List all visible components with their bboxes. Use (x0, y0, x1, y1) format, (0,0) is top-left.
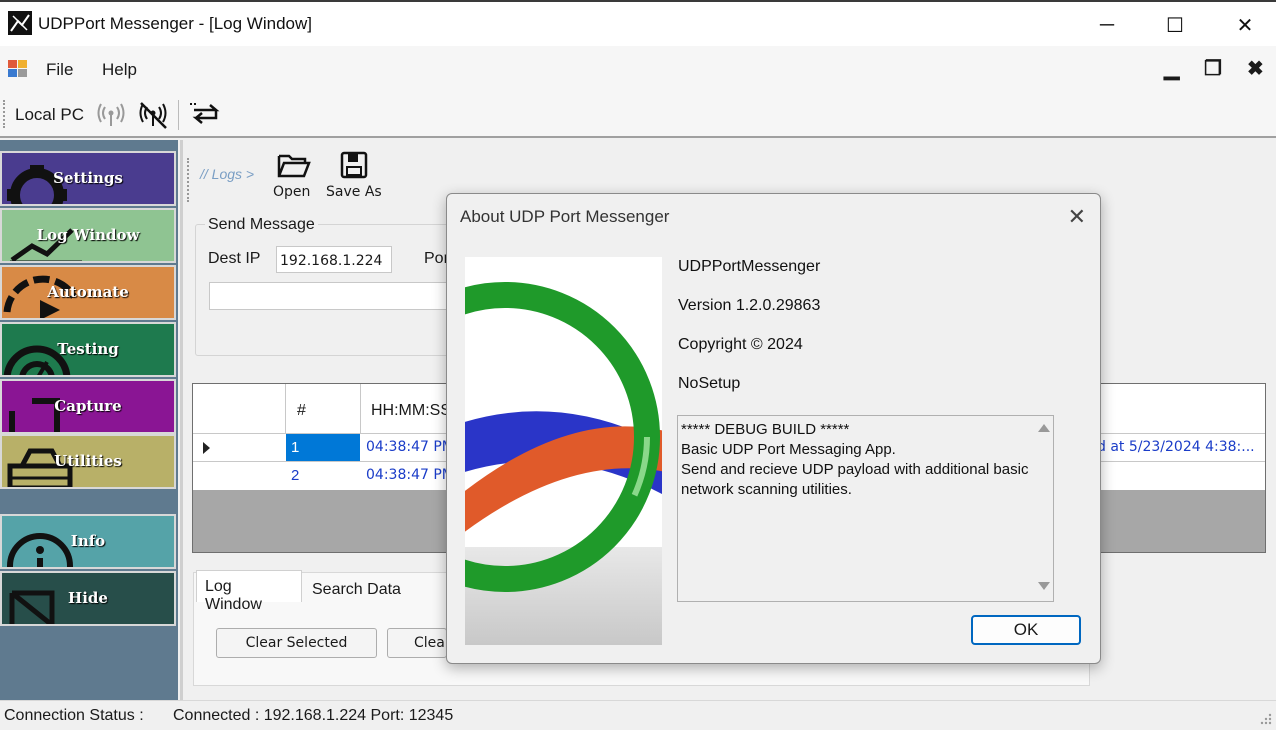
nav-hide-button[interactable]: Hide (0, 571, 176, 626)
logs-breadcrumb[interactable]: // Logs > (200, 166, 254, 182)
row-time-cell[interactable]: 04:38:47 PM (366, 467, 454, 483)
window-title: UDPPort Messenger - [Log Window] (38, 14, 312, 33)
nav-info-label: Info (70, 532, 106, 550)
resize-grip-icon[interactable] (1258, 711, 1272, 729)
description-scrollbar[interactable] (1035, 416, 1053, 601)
antenna-off-icon[interactable] (138, 100, 168, 134)
nav-info-button[interactable]: Info (0, 514, 176, 569)
scroll-down-icon[interactable] (1038, 582, 1050, 590)
column-header-time[interactable]: HH:MM:SS (371, 402, 451, 420)
row-message-cell[interactable]: d at 5/23/2024 4:38:... (1097, 439, 1255, 455)
product-name: UDPPortMessenger (678, 258, 821, 275)
antenna-icon[interactable] (96, 100, 126, 134)
version-text: Version 1.2.0.29863 (678, 297, 821, 314)
row-num-cell[interactable]: 1 (286, 434, 360, 461)
toolbar-grip[interactable] (3, 100, 5, 128)
toolbar-separator (178, 100, 179, 130)
nav-settings-button[interactable]: Settings (0, 151, 176, 206)
mdi-restore-button[interactable]: ❐ (1204, 56, 1222, 81)
row-selector-arrow-icon (203, 442, 210, 454)
minimize-button[interactable]: ─ (1084, 8, 1130, 42)
dialog-close-button[interactable]: ✕ (1068, 204, 1086, 230)
dialog-title: About UDP Port Messenger (460, 207, 670, 226)
scroll-up-icon[interactable] (1038, 424, 1050, 432)
nav-testing-button[interactable]: Testing (0, 322, 176, 377)
nav-capture-button[interactable]: Capture (0, 379, 176, 434)
tab-log-window[interactable]: Log Window (196, 570, 302, 613)
clear-selected-button[interactable]: Clear Selected (216, 628, 377, 658)
open-folder-icon[interactable] (277, 152, 311, 182)
save-as-button[interactable]: Save As (326, 184, 382, 200)
copyright-text: Copyright © 2024 (678, 336, 803, 353)
nav-automate-label: Automate (47, 283, 129, 301)
location-label: Local PC (15, 105, 84, 124)
mdi-minimize-button[interactable]: ▁ (1164, 56, 1179, 81)
status-value: Connected : 192.168.1.224 Port: 12345 (173, 707, 454, 724)
message-input[interactable] (209, 282, 449, 310)
status-label: Connection Status : (4, 707, 144, 724)
logs-toolbar-grip[interactable] (187, 158, 189, 202)
nav-utilities-label: Utilities (54, 452, 122, 470)
nav-settings-label: Settings (53, 169, 123, 187)
company-text: NoSetup (678, 375, 741, 392)
nav-hide-label: Hide (68, 589, 108, 607)
mdi-child-icon[interactable] (8, 60, 28, 78)
sidebar: Settings Log Window Automate Testing Cap… (0, 140, 178, 700)
dest-ip-input[interactable]: 192.168.1.224 (276, 246, 392, 273)
maximize-button[interactable]: ☐ (1152, 8, 1198, 42)
swap-icon[interactable] (188, 102, 220, 132)
send-message-label: Send Message (205, 216, 318, 234)
title-bar: UDPPort Messenger - [Log Window] ─ ☐ ✕ (0, 0, 1276, 46)
status-bar: Connection Status : Connected : 192.168.… (0, 700, 1276, 730)
nav-utilities-button[interactable]: Utilities (0, 434, 176, 489)
toolbar: Local PC (0, 92, 1276, 138)
nav-testing-label: Testing (57, 340, 119, 358)
menu-file[interactable]: File (46, 60, 73, 80)
nav-log-window-button[interactable]: Log Window (0, 208, 176, 263)
description-text: ***** DEBUG BUILD ***** Basic UDP Port M… (681, 421, 1029, 498)
nav-log-window-label: Log Window (36, 226, 140, 244)
description-textbox[interactable]: ***** DEBUG BUILD ***** Basic UDP Port M… (677, 415, 1054, 602)
nav-automate-button[interactable]: Automate (0, 265, 176, 320)
menu-help[interactable]: Help (102, 60, 137, 80)
about-dialog: About UDP Port Messenger ✕ UDPPortMessen… (446, 193, 1101, 664)
row-num-cell[interactable]: 2 (291, 467, 299, 484)
ok-button[interactable]: OK (971, 615, 1081, 645)
product-logo-image (465, 257, 662, 645)
close-button[interactable]: ✕ (1222, 8, 1268, 42)
tab-search-data[interactable]: Search Data (305, 575, 409, 603)
open-button[interactable]: Open (273, 184, 310, 200)
nav-capture-label: Capture (54, 397, 122, 415)
app-icon (8, 11, 32, 35)
dest-ip-label: Dest IP (208, 250, 261, 267)
menu-bar: File Help (0, 46, 1276, 92)
mdi-close-button[interactable]: ✖ (1247, 56, 1264, 81)
clear-all-button[interactable]: Clea (387, 628, 447, 658)
save-icon[interactable] (340, 151, 368, 183)
column-header-num[interactable]: # (297, 402, 306, 420)
row-time-cell[interactable]: 04:38:47 PM (366, 439, 454, 455)
